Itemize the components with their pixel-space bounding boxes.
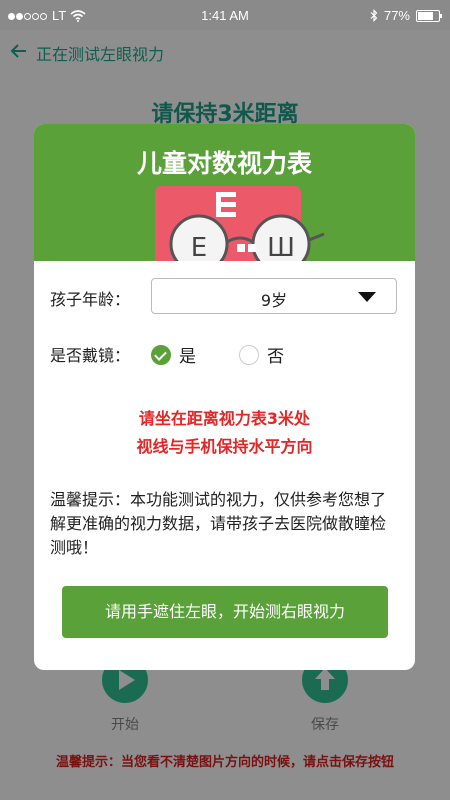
- back-button[interactable]: [8, 40, 32, 64]
- age-select[interactable]: 9岁: [151, 278, 397, 314]
- radio-empty-icon: [239, 344, 259, 365]
- glasses-yes-radio[interactable]: 是: [151, 342, 196, 367]
- eye-chart-illustration: E Ш: [155, 186, 325, 261]
- status-bar: LT 1:41 AM 77%: [0, 0, 450, 30]
- eye-test-modal: 儿童对数视力表 E Ш 孩子年龄： 9岁 是否戴镜： 是 否 请坐在距离视力表3…: [34, 124, 415, 670]
- age-label: 孩子年龄：: [50, 290, 131, 309]
- bottom-tip: 温馨提示：当您看不清楚图片方向的时候，请点击保存按钮: [55, 755, 394, 770]
- start-label: 开始: [111, 717, 139, 733]
- distance-instruction: 请坐在距离视力表3米处: [138, 409, 311, 428]
- start-right-eye-button[interactable]: 请用手遮住左眼，开始测右眼视力: [62, 586, 388, 638]
- svg-text:E: E: [191, 233, 207, 261]
- modal-title: 儿童对数视力表: [136, 149, 312, 178]
- page-title: 正在测试左眼视力: [36, 45, 165, 64]
- svg-text:Ш: Ш: [267, 233, 295, 261]
- caret-down-icon: [358, 292, 376, 302]
- glasses-yes-label: 是: [179, 347, 196, 367]
- glasses-no-label: 否: [267, 347, 284, 367]
- battery-percent: 77%: [383, 8, 410, 23]
- check-circle-icon: [151, 344, 171, 365]
- save-label: 保存: [311, 717, 339, 733]
- battery-icon: [416, 9, 442, 22]
- reference-tip: 温馨提示：本功能测试的视力，仅供参考您想了解更准确的视力数据，请带孩子去医院做散…: [50, 490, 387, 557]
- glasses-label: 是否戴镜：: [50, 346, 131, 365]
- glasses-no-radio[interactable]: 否: [239, 342, 284, 367]
- arrow-left-icon: [10, 44, 26, 58]
- bluetooth-icon: [370, 9, 378, 22]
- modal-header: 儿童对数视力表 E Ш: [34, 124, 415, 261]
- nav-bar: 正在测试左眼视力: [0, 30, 450, 74]
- status-right: 77%: [370, 8, 442, 23]
- level-instruction: 视线与手机保持水平方向: [136, 437, 313, 456]
